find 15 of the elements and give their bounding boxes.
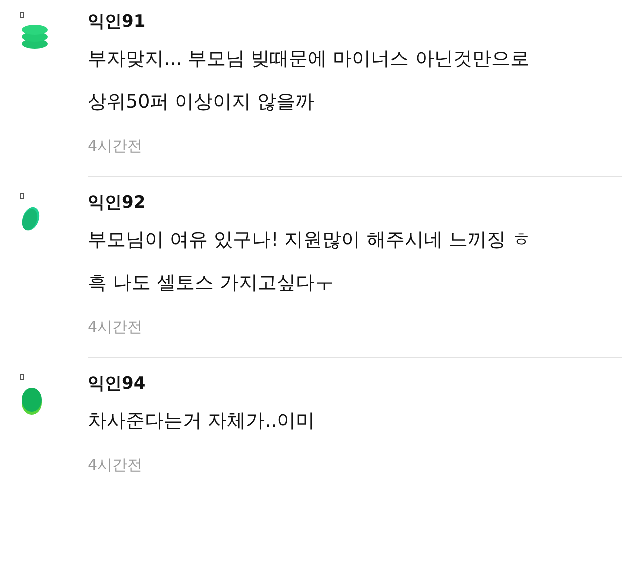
comment-time: 4시간전 — [88, 455, 144, 475]
comment-text: 차사준다는거 자체가..이미 — [88, 409, 316, 434]
author-name: 익인92 — [88, 192, 147, 215]
author-name: 익인91 — [88, 11, 147, 34]
disc-icon — [20, 205, 42, 233]
small-square-icon — [20, 12, 24, 18]
comment-text: 부모님이 여유 있구나! 지원많이 해주시네 느끼징 ㅎ 흑 나도 셀토스 가지고싶다ㅜ — [88, 228, 532, 296]
stacked-discs-icon — [20, 24, 50, 50]
small-square-icon — [20, 193, 24, 199]
author-name: 익인94 — [88, 373, 147, 396]
comment-time: 4시간전 — [88, 136, 144, 156]
comment-text: 부자맞지... 부모님 빚때문에 마이너스 아닌것만으로 상위50퍼 이상이지 않을까 — [88, 47, 530, 115]
disc-icon — [20, 386, 44, 416]
small-square-icon — [20, 374, 24, 380]
comment-time: 4시간전 — [88, 317, 144, 337]
